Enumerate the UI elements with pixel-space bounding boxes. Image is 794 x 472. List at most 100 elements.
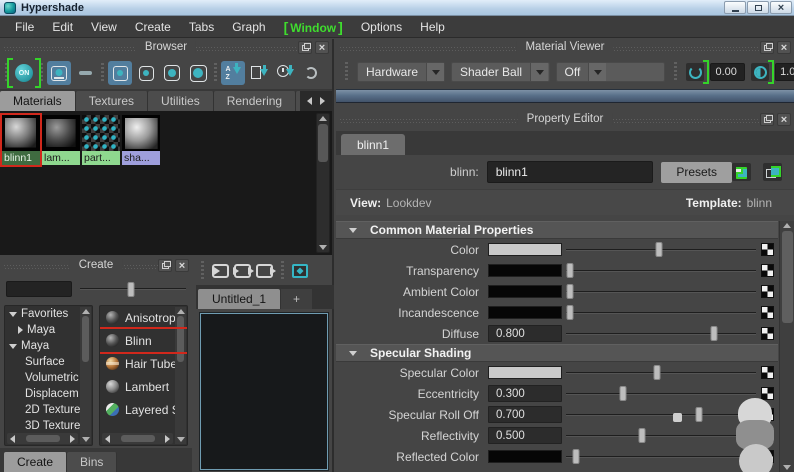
menu-item-help[interactable]: Help	[411, 20, 454, 34]
scrollbar-thumb[interactable]	[318, 124, 328, 162]
right-triangle-icon[interactable]	[18, 326, 23, 334]
map-checker-button[interactable]	[761, 450, 774, 463]
menu-item-graph[interactable]: Graph	[223, 20, 274, 34]
map-checker-button[interactable]	[761, 429, 774, 442]
color-swatch[interactable]	[488, 285, 562, 298]
create-node-list[interactable]: AnisotropBlinnHair TubeLambertLayered S	[99, 305, 188, 446]
environment-dropdown[interactable]: Off	[556, 62, 666, 82]
section-header-specular-shading[interactable]: Specular Shading	[336, 344, 778, 362]
map-checker-button[interactable]	[761, 285, 774, 298]
value-field[interactable]: 0.800	[488, 325, 562, 342]
slider-handle[interactable]	[711, 326, 718, 341]
output-connections-button[interactable]	[256, 264, 273, 278]
property-editor-close-button[interactable]: ×	[777, 113, 791, 126]
attribute-slider[interactable]	[566, 364, 756, 381]
scroll-up-icon[interactable]	[783, 223, 791, 228]
tab-textures[interactable]: Textures	[76, 91, 148, 111]
slider-track[interactable]	[566, 312, 756, 314]
section-header-common-material-properties[interactable]: Common Material Properties	[336, 221, 778, 239]
map-checker-button[interactable]	[761, 306, 774, 319]
sort-by-name-button[interactable]: AZ	[221, 61, 245, 85]
collapse-triangle-icon[interactable]	[349, 228, 357, 233]
tab-rendering[interactable]: Rendering	[214, 91, 296, 111]
scrollbar-thumb[interactable]	[26, 435, 60, 442]
scrollbar-thumb[interactable]	[82, 316, 89, 362]
slider-handle[interactable]	[656, 242, 663, 257]
material-swatch-lam[interactable]: lam...	[42, 115, 80, 165]
node-list-hscrollbar[interactable]	[102, 433, 173, 444]
attribute-slider[interactable]	[566, 427, 756, 444]
slider-handle[interactable]	[620, 386, 627, 401]
node-graph-canvas[interactable]	[200, 313, 328, 470]
menu-item-window[interactable]: Window	[275, 19, 352, 35]
color-swatch[interactable]	[488, 366, 562, 379]
attribute-slider[interactable]	[566, 304, 756, 321]
value-field[interactable]: 0.700	[488, 406, 562, 423]
viewport-splitter-handle[interactable]	[336, 89, 794, 103]
material-swatch-sha[interactable]: sha...	[122, 115, 160, 165]
attribute-slider[interactable]	[566, 283, 756, 300]
slider-track[interactable]	[566, 456, 756, 458]
material-swatch-area[interactable]: blinn1lam...part...sha...	[0, 111, 332, 255]
menu-item-create[interactable]: Create	[126, 20, 180, 34]
menu-item-view[interactable]: View	[82, 20, 126, 34]
attribute-slider[interactable]	[566, 325, 756, 342]
list-view-button[interactable]	[73, 61, 97, 85]
scroll-up-icon[interactable]	[319, 116, 327, 121]
scroll-up-icon[interactable]	[82, 309, 90, 314]
node-item-anisotrop[interactable]: Anisotrop	[100, 306, 187, 329]
material-swatch-blinn1[interactable]: blinn1	[2, 115, 40, 165]
workspace-tab-untitled-1[interactable]: Untitled_1	[198, 289, 280, 309]
menu-item-edit[interactable]: Edit	[43, 20, 82, 34]
menu-item-options[interactable]: Options	[352, 20, 411, 34]
sort-by-type-button[interactable]	[247, 61, 271, 85]
tree-item-3d-texture[interactable]: 3D Texture	[5, 418, 92, 434]
input-output-connections-button[interactable]	[234, 264, 251, 278]
gamma-icon[interactable]	[751, 63, 769, 81]
close-button[interactable]: ×	[770, 1, 792, 14]
color-swatch[interactable]	[488, 264, 562, 277]
scroll-up-icon[interactable]	[177, 309, 185, 314]
chevron-down-icon[interactable]	[426, 63, 444, 81]
slider-handle[interactable]	[654, 365, 661, 380]
down-triangle-icon[interactable]	[9, 344, 17, 349]
map-checker-button[interactable]	[761, 366, 774, 379]
tab-utilities[interactable]: Utilities	[148, 91, 214, 111]
scroll-down-icon[interactable]	[177, 437, 185, 442]
property-editor-header[interactable]: Property Editor ×	[336, 111, 794, 129]
down-triangle-icon[interactable]	[9, 312, 17, 317]
slider-handle[interactable]	[127, 282, 134, 297]
extra-large-swatch-button[interactable]	[186, 61, 210, 85]
gamma-field[interactable]: 1.0	[775, 63, 794, 81]
icon-size-slider[interactable]	[80, 281, 186, 297]
add-workspace-tab-button[interactable]: +	[281, 289, 312, 309]
scroll-down-icon[interactable]	[783, 465, 791, 470]
material-name-input[interactable]: blinn1	[487, 161, 654, 183]
slider-track[interactable]	[566, 435, 756, 437]
slider-track[interactable]	[566, 270, 756, 272]
create-filter-input[interactable]	[6, 281, 72, 297]
scroll-tabs-right-icon[interactable]	[320, 97, 325, 105]
material-swatch-part[interactable]: part...	[82, 115, 120, 165]
rearrange-graph-button[interactable]	[292, 264, 308, 278]
node-item-layered-s[interactable]: Layered S	[100, 398, 187, 421]
large-swatch-button[interactable]	[160, 61, 184, 85]
presets-button[interactable]: Presets	[661, 162, 732, 183]
create-category-tree[interactable]: FavoritesMayaMayaSurfaceVolumetricDispla…	[4, 305, 93, 446]
slider-track[interactable]	[566, 333, 756, 335]
slider-track[interactable]	[566, 393, 756, 395]
create-float-button[interactable]	[158, 259, 172, 272]
tree-item-displacem[interactable]: Displacem	[5, 386, 92, 402]
color-swatch[interactable]	[488, 243, 562, 256]
scroll-tabs-left-icon[interactable]	[307, 97, 312, 105]
slider-handle[interactable]	[572, 449, 579, 464]
attribute-slider[interactable]	[566, 448, 756, 465]
medium-swatch-button[interactable]	[134, 61, 158, 85]
renderer-dropdown[interactable]: Hardware	[357, 62, 445, 82]
map-checker-button[interactable]	[761, 387, 774, 400]
browser-float-button[interactable]	[298, 41, 312, 54]
scrollbar-thumb[interactable]	[177, 316, 184, 362]
geometry-dropdown[interactable]: Shader Ball	[451, 62, 550, 82]
scroll-right-icon[interactable]	[165, 435, 170, 443]
scroll-down-icon[interactable]	[319, 245, 327, 250]
